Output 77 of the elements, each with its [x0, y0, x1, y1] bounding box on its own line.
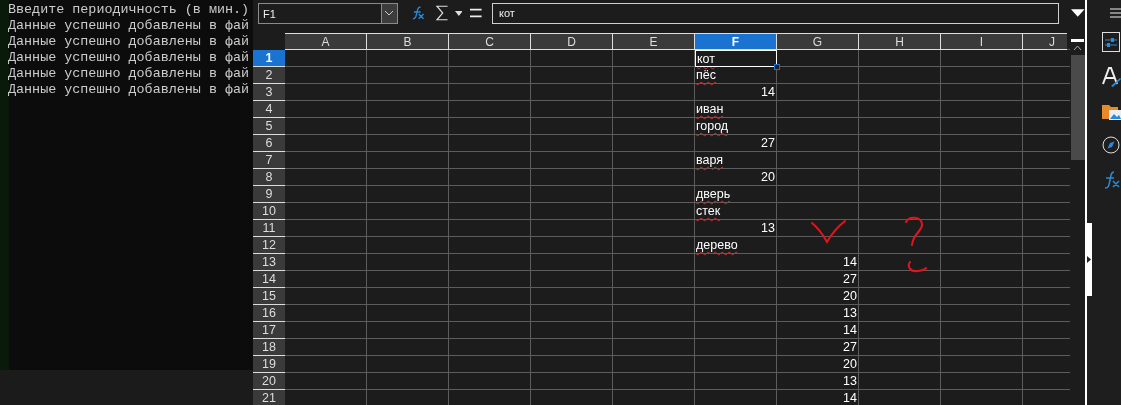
row-header[interactable]: 13 [253, 254, 285, 271]
name-box[interactable]: F1 [258, 2, 383, 24]
column-header[interactable]: A [285, 33, 367, 50]
row-header[interactable]: 7 [253, 152, 285, 169]
table-cell[interactable]: 14 [777, 390, 859, 405]
function-icon[interactable] [1103, 170, 1121, 190]
column-header[interactable]: G [777, 33, 859, 50]
table-cell[interactable]: 14 [777, 322, 859, 339]
table-cell[interactable]: кот [695, 50, 777, 67]
dropdown-button[interactable] [382, 2, 398, 24]
console-line: Введите периодичность (в мин.) [8, 2, 251, 18]
console-line: Данные успешно добавлены в фай [8, 82, 251, 98]
row-header[interactable]: 1 [253, 50, 285, 67]
row-header[interactable]: 15 [253, 288, 285, 305]
console-line: Данные успешно добавлены в фай [8, 50, 251, 66]
column-header[interactable]: D [531, 33, 613, 50]
table-cell[interactable]: 14 [777, 254, 859, 271]
row-header[interactable]: 4 [253, 101, 285, 118]
sum-icon[interactable] [435, 4, 449, 22]
collapse-handle[interactable] [1085, 223, 1092, 296]
row-header[interactable]: 9 [253, 186, 285, 203]
table-cell[interactable]: пёс [695, 67, 777, 84]
table-cell[interactable]: 27 [777, 271, 859, 288]
row-header[interactable]: 3 [253, 84, 285, 101]
console-line: Данные успешно добавлены в фай [8, 18, 251, 34]
formula-input[interactable]: кот [492, 2, 1060, 24]
console-line: Данные успешно добавлены в фай [8, 66, 251, 82]
row-header[interactable]: 10 [253, 203, 285, 220]
scribble-drawing [905, 260, 927, 274]
row-header[interactable]: 2 [253, 67, 285, 84]
table-cell[interactable]: 13 [777, 373, 859, 390]
table-cell[interactable]: 20 [777, 288, 859, 305]
equals-icon[interactable] [470, 8, 483, 18]
chevron-icon [384, 10, 395, 16]
properties-icon[interactable] [1102, 32, 1120, 52]
fill-handle[interactable] [774, 64, 780, 70]
check-mark-drawing [810, 220, 847, 245]
row-header[interactable]: 20 [253, 373, 285, 390]
column-header[interactable]: H [859, 33, 941, 50]
table-cell[interactable]: город [695, 118, 777, 135]
table-cell[interactable]: варя [695, 152, 777, 169]
row-header[interactable]: 14 [253, 271, 285, 288]
caret-icon[interactable] [454, 10, 463, 16]
compass-icon[interactable] [1102, 136, 1120, 154]
row-header[interactable]: 19 [253, 356, 285, 373]
row-header[interactable]: 16 [253, 305, 285, 322]
scroll-thumb[interactable] [1071, 55, 1085, 160]
table-cell[interactable]: 20 [777, 356, 859, 373]
table-cell[interactable]: дерево [695, 237, 777, 254]
row-header[interactable]: 8 [253, 169, 285, 186]
column-header[interactable]: I [941, 33, 1023, 50]
table-cell[interactable]: 27 [777, 339, 859, 356]
column-header[interactable]: E [613, 33, 695, 50]
column-header[interactable]: C [449, 33, 531, 50]
table-cell[interactable]: 13 [777, 305, 859, 322]
row-header[interactable]: 6 [253, 135, 285, 152]
row-header[interactable]: 21 [253, 390, 285, 405]
table-cell[interactable]: 20 [695, 169, 777, 186]
console-line: Данные успешно добавлены в фай [8, 34, 251, 50]
row-header[interactable]: 17 [253, 322, 285, 339]
row-header[interactable]: 18 [253, 339, 285, 356]
column-header[interactable]: J [1023, 33, 1067, 50]
table-cell[interactable]: 14 [695, 84, 777, 101]
table-cell[interactable]: стек [695, 203, 777, 220]
scroll-up-icon[interactable] [1073, 45, 1082, 51]
column-header[interactable]: B [367, 33, 449, 50]
row-header[interactable]: 11 [253, 220, 285, 237]
expand-icon[interactable] [1071, 9, 1085, 17]
table-cell[interactable]: дверь [695, 186, 777, 203]
row-header[interactable]: 12 [253, 237, 285, 254]
styles-icon[interactable] [1102, 66, 1121, 88]
table-cell[interactable]: иван [695, 101, 777, 118]
row-header[interactable]: 5 [253, 118, 285, 135]
menu-icon[interactable] [1110, 8, 1121, 18]
table-cell[interactable]: 13 [695, 220, 777, 237]
column-header[interactable]: F [695, 33, 777, 50]
table-cell[interactable]: 27 [695, 135, 777, 152]
